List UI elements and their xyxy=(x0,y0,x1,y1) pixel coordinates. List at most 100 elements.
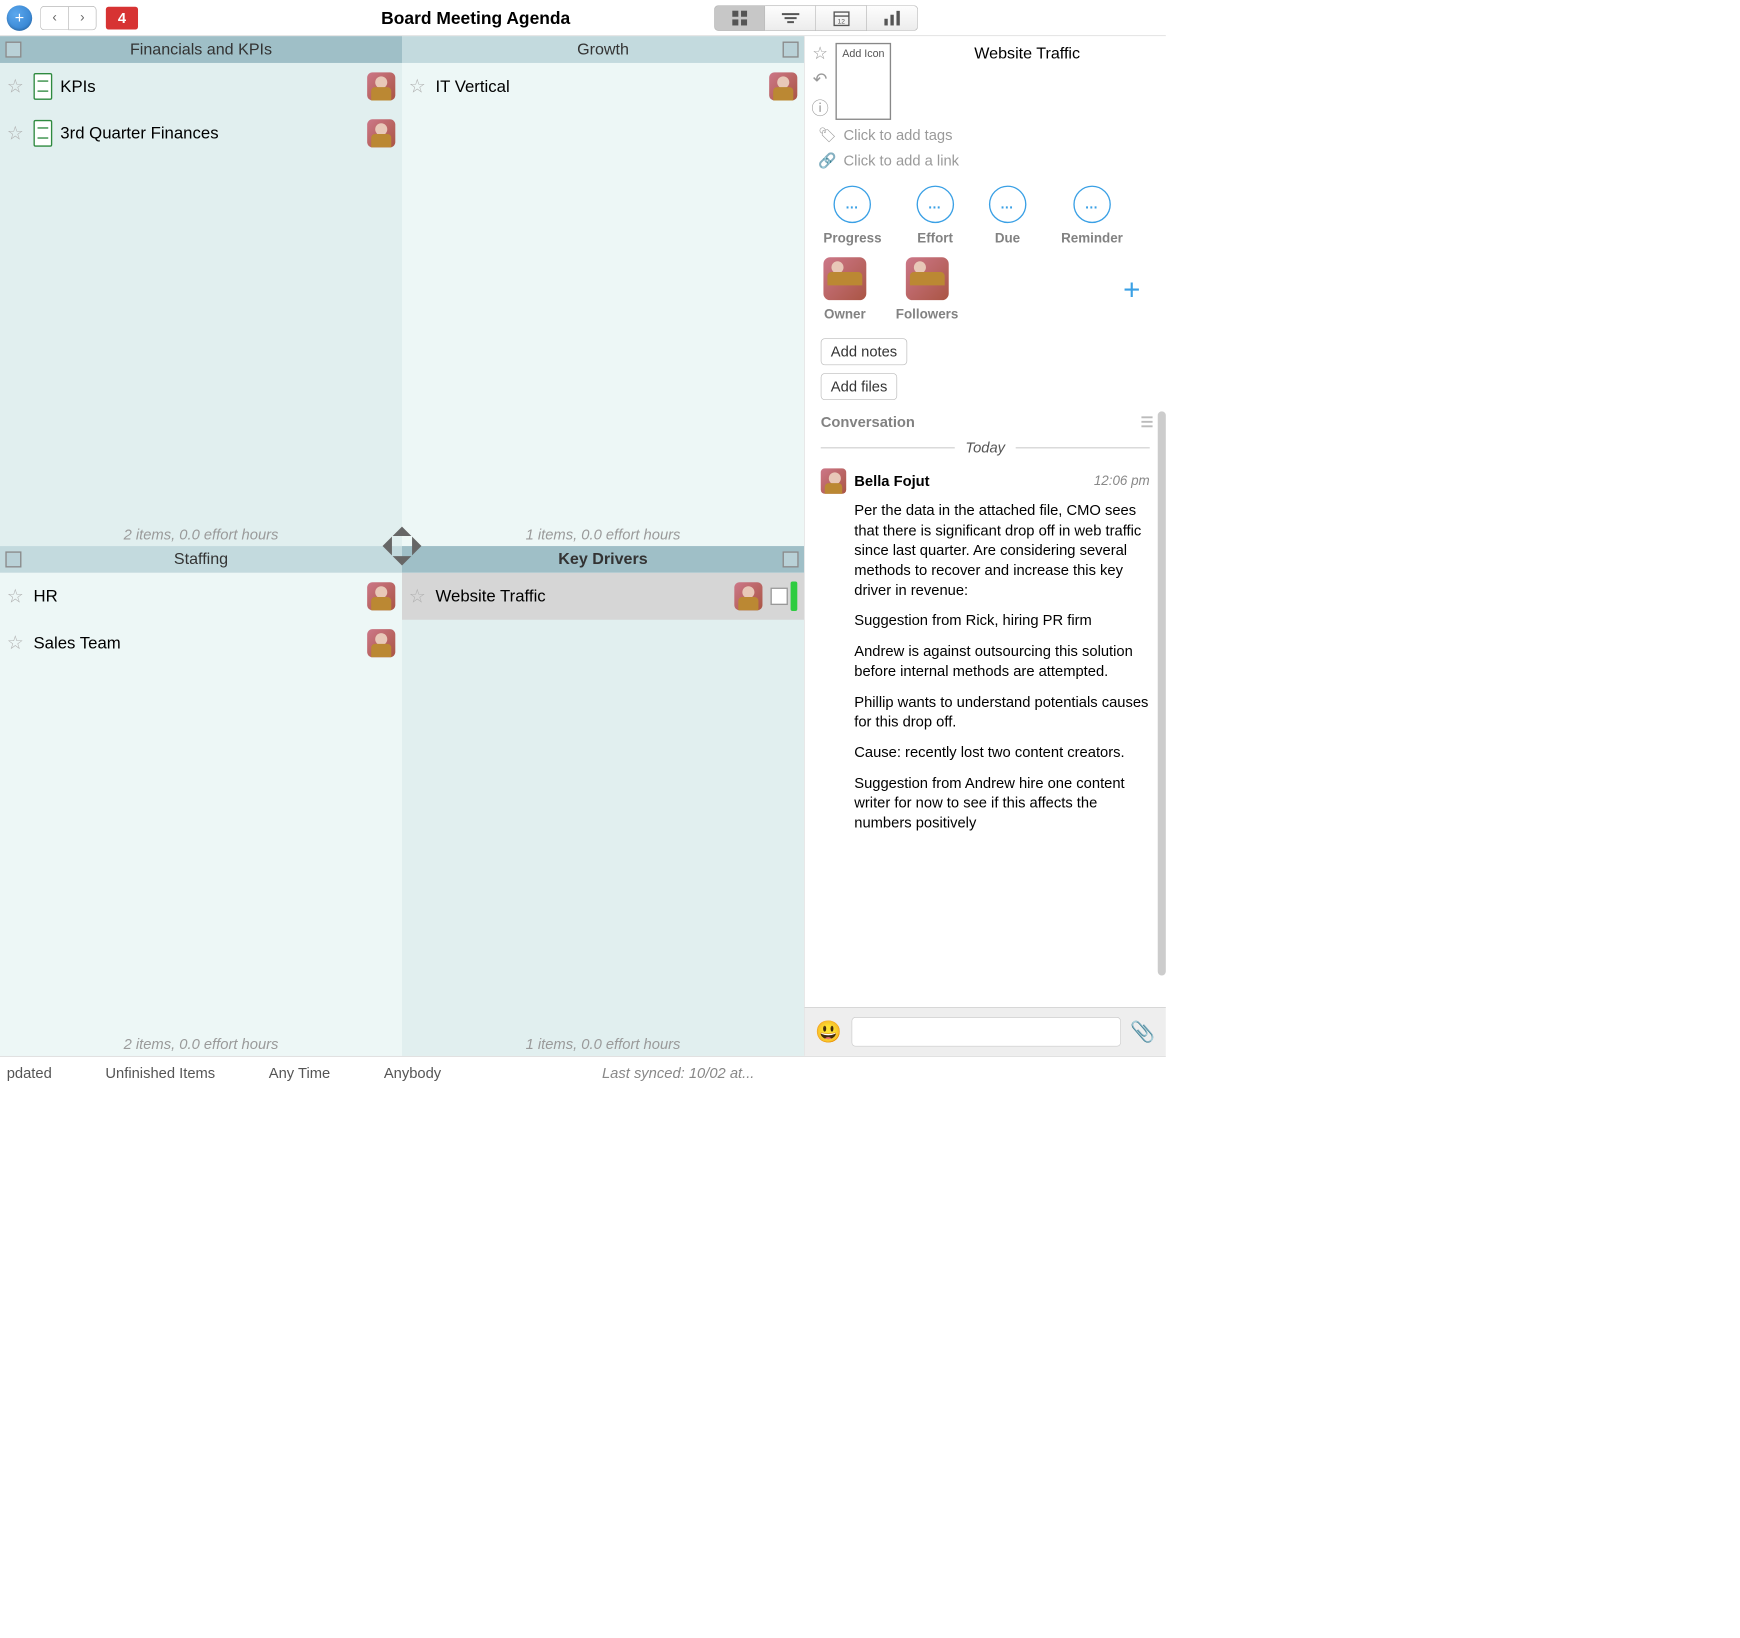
circle-label: Due xyxy=(995,231,1020,246)
progress-field[interactable]: …Progress xyxy=(823,186,881,247)
card-3q-finances[interactable]: ☆ 3rd Quarter Finances xyxy=(0,110,402,157)
circle-label: Reminder xyxy=(1061,231,1123,246)
followers-field[interactable]: Followers xyxy=(896,257,959,322)
star-icon[interactable]: ☆ xyxy=(812,43,828,64)
undo-icon[interactable]: ↶ xyxy=(813,69,828,90)
avatar[interactable] xyxy=(734,582,762,610)
add-notes-button[interactable]: Add notes xyxy=(821,338,907,365)
column-header-growth[interactable]: Growth xyxy=(402,36,804,63)
card-website-traffic[interactable]: ☆ Website Traffic xyxy=(402,573,804,620)
followers-label: Followers xyxy=(896,307,959,322)
info-icon[interactable]: ⓘ xyxy=(811,95,828,120)
link-placeholder: Click to add a link xyxy=(844,152,960,169)
view-grid-button[interactable] xyxy=(714,5,765,30)
status-bar: pdated Unfinished Items Any Time Anybody… xyxy=(0,1056,1166,1090)
avatar[interactable] xyxy=(821,468,846,493)
circle-label: Progress xyxy=(823,231,881,246)
owner-field[interactable]: Owner xyxy=(823,257,866,322)
view-chart-button[interactable] xyxy=(867,5,918,30)
add-tags-row[interactable]: 🏷 Click to add tags xyxy=(805,123,1166,148)
add-files-button[interactable]: Add files xyxy=(821,373,898,400)
card-sales-team[interactable]: ☆ Sales Team xyxy=(0,620,402,667)
column-header-key-drivers[interactable]: Key Drivers xyxy=(402,546,804,573)
column-title: Financials and KPIs xyxy=(130,40,272,59)
card-hr[interactable]: ☆ HR xyxy=(0,573,402,620)
detail-panel: ☆ ↶ ⓘ Add Icon Website Traffic 🏷 Click t… xyxy=(804,36,1166,1056)
view-list-button[interactable] xyxy=(765,5,816,30)
comment-text: Suggestion from Andrew hire one content … xyxy=(854,773,1149,833)
menu-icon[interactable]: ☰ xyxy=(1141,413,1153,430)
comment-text: Andrew is against outsourcing this solut… xyxy=(854,641,1149,681)
avatar[interactable] xyxy=(367,119,395,147)
comment-author: Bella Fojut xyxy=(854,472,929,489)
avatar[interactable] xyxy=(367,629,395,657)
comment-text: Phillip wants to understand potentials c… xyxy=(854,692,1149,732)
avatar[interactable] xyxy=(367,582,395,610)
column-checkbox[interactable] xyxy=(5,42,21,58)
svg-text:12: 12 xyxy=(837,18,845,25)
attach-button[interactable]: 📎 xyxy=(1130,1020,1155,1043)
comment-time: 12:06 pm xyxy=(1094,473,1150,488)
effort-field[interactable]: …Effort xyxy=(916,186,954,247)
bars-icon xyxy=(883,10,902,25)
comment: Bella Fojut 12:06 pm Per the data in the… xyxy=(805,460,1166,843)
reminder-field[interactable]: …Reminder xyxy=(1061,186,1123,247)
comment-text: Suggestion from Rick, hiring PR firm xyxy=(854,611,1149,631)
add-icon-button[interactable]: Add Icon xyxy=(836,43,892,120)
board-area: Financials and KPIs ☆ KPIs ☆ 3rd Quarter… xyxy=(0,36,804,1056)
comment-input[interactable] xyxy=(851,1017,1120,1046)
column-header-staffing[interactable]: Staffing xyxy=(0,546,402,573)
avatar[interactable] xyxy=(769,72,797,100)
nav-back-button[interactable]: ‹ xyxy=(40,6,68,30)
page-title: Board Meeting Agenda xyxy=(381,7,570,28)
star-icon[interactable]: ☆ xyxy=(7,124,26,143)
star-icon[interactable]: ☆ xyxy=(7,634,26,653)
avatar xyxy=(906,257,949,300)
filter-anytime[interactable]: Any Time xyxy=(269,1064,330,1081)
due-field[interactable]: …Due xyxy=(989,186,1027,247)
star-icon[interactable]: ☆ xyxy=(409,77,428,96)
column-summary: 1 items, 0.0 effort hours xyxy=(402,1036,804,1053)
today-label: Today xyxy=(965,439,1005,456)
card-title: 3rd Quarter Finances xyxy=(60,124,359,143)
column-checkbox[interactable] xyxy=(5,551,21,567)
list-icon xyxy=(780,11,800,24)
filter-unfinished[interactable]: Unfinished Items xyxy=(105,1064,215,1081)
card-checkbox[interactable] xyxy=(771,588,788,605)
column-summary: 1 items, 0.0 effort hours xyxy=(402,526,804,543)
filter-anybody[interactable]: Anybody xyxy=(384,1064,441,1081)
card-title: Website Traffic xyxy=(436,587,727,606)
count-badge[interactable]: 4 xyxy=(106,6,138,29)
sync-status: Last synced: 10/02 at... xyxy=(602,1064,754,1081)
scrollbar[interactable] xyxy=(1158,411,1166,975)
star-icon[interactable]: ☆ xyxy=(7,77,26,96)
column-summary: 2 items, 0.0 effort hours xyxy=(0,1036,402,1053)
calendar-icon: 12 xyxy=(832,8,851,27)
nav-forward-button[interactable]: › xyxy=(68,6,96,30)
circle-label: Effort xyxy=(917,231,953,246)
card-title: KPIs xyxy=(60,77,359,96)
tags-placeholder: Click to add tags xyxy=(844,127,953,144)
avatar[interactable] xyxy=(367,72,395,100)
emoji-button[interactable]: 😃 xyxy=(815,1019,842,1044)
card-title: Sales Team xyxy=(34,633,360,652)
conversation-heading: Conversation xyxy=(821,413,915,430)
card-it-vertical[interactable]: ☆ IT Vertical xyxy=(402,63,804,110)
tag-icon: 🏷 xyxy=(818,127,834,144)
column-title: Growth xyxy=(577,40,629,59)
column-title: Key Drivers xyxy=(558,550,647,569)
add-person-button[interactable]: + xyxy=(1123,273,1147,307)
column-checkbox[interactable] xyxy=(783,42,799,58)
filter-updated[interactable]: pdated xyxy=(7,1064,52,1081)
add-button[interactable]: + xyxy=(7,5,32,30)
column-checkbox[interactable] xyxy=(783,551,799,567)
card-kpis[interactable]: ☆ KPIs xyxy=(0,63,402,110)
add-link-row[interactable]: 🔗 Click to add a link xyxy=(805,148,1166,173)
column-header-financials[interactable]: Financials and KPIs xyxy=(0,36,402,63)
top-toolbar: + ‹ › 4 Board Meeting Agenda 12 xyxy=(0,0,1166,36)
star-icon[interactable]: ☆ xyxy=(409,587,428,606)
card-title: IT Vertical xyxy=(436,77,762,96)
star-icon[interactable]: ☆ xyxy=(7,587,26,606)
view-calendar-button[interactable]: 12 xyxy=(816,5,867,30)
owner-label: Owner xyxy=(824,307,866,322)
